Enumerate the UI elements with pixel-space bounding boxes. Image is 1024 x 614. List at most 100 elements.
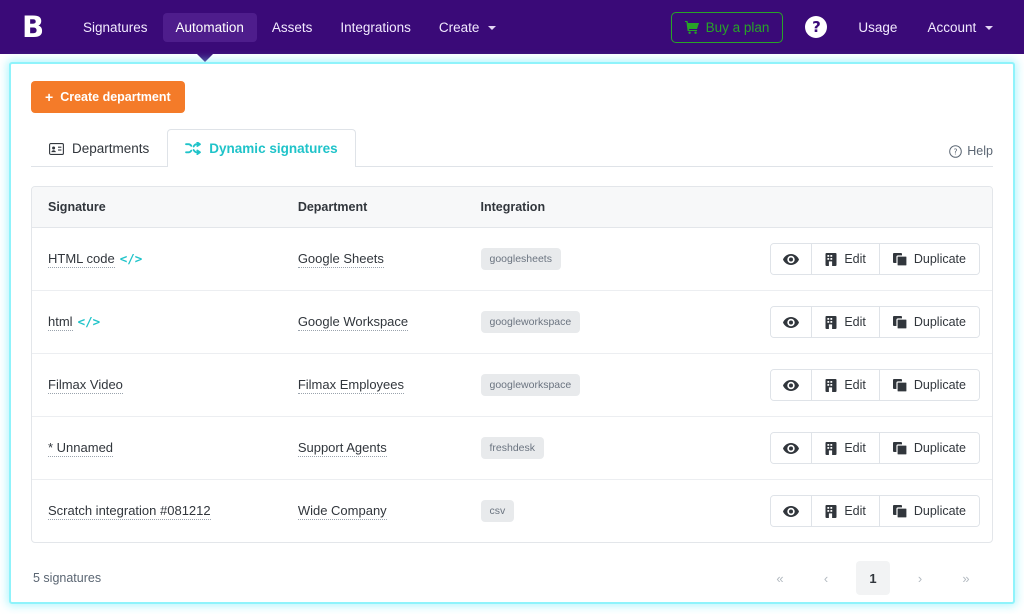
eye-icon <box>783 505 800 517</box>
preview-button[interactable] <box>771 244 813 274</box>
cell-signature: HTML code </> <box>32 227 298 291</box>
column-header-integration: Integration <box>480 187 771 228</box>
page-body: + Create department Departments Dynamic … <box>0 54 1024 614</box>
edit-label: Edit <box>844 504 866 518</box>
signature-link[interactable]: html <box>48 314 73 331</box>
cell-signature: html </> <box>32 290 298 354</box>
shopping-cart-icon <box>684 20 699 34</box>
table-row: HTML code </> Google Sheets googlesheets <box>32 227 992 291</box>
duplicate-button[interactable]: Duplicate <box>879 307 979 337</box>
cell-department: Google Sheets <box>297 227 481 291</box>
eye-icon <box>783 253 800 265</box>
cell-integration: freshdesk <box>480 416 771 480</box>
chevron-down-icon <box>985 25 993 30</box>
primary-nav: Signatures Automation Assets Integration… <box>70 12 509 42</box>
pagination-first[interactable]: « <box>764 563 796 593</box>
signature-link[interactable]: Filmax Video <box>48 377 123 394</box>
create-department-label: Create department <box>60 90 171 104</box>
tab-departments[interactable]: Departments <box>31 129 167 167</box>
nav-item-integrations[interactable]: Integrations <box>327 13 424 42</box>
pagination-last[interactable]: » <box>950 563 982 593</box>
cell-actions: Edit Duplicate <box>770 353 992 417</box>
create-department-button[interactable]: + Create department <box>31 81 185 113</box>
nav-item-assets[interactable]: Assets <box>259 13 326 42</box>
buy-a-plan-button[interactable]: Buy a plan <box>670 11 784 43</box>
tab-dynamic-signatures[interactable]: Dynamic signatures <box>167 129 356 167</box>
nav-item-label: Integrations <box>340 19 411 35</box>
nav-item-signatures[interactable]: Signatures <box>70 13 161 42</box>
signature-link[interactable]: * Unnamed <box>48 440 114 457</box>
department-link[interactable]: Filmax Employees <box>297 377 405 394</box>
table-footer: 5 signatures « ‹ 1 › » <box>31 543 993 595</box>
nav-item-create[interactable]: Create <box>426 13 509 42</box>
cell-department: Google Workspace <box>297 290 481 354</box>
duplicate-button[interactable]: Duplicate <box>879 433 979 463</box>
duplicate-button[interactable]: Duplicate <box>879 244 979 274</box>
department-link[interactable]: Wide Company <box>297 503 387 520</box>
cell-integration: googlesheets <box>480 227 771 291</box>
pagination-prev[interactable]: ‹ <box>810 563 842 593</box>
cell-signature: Scratch integration #081212 <box>32 480 298 543</box>
tab-label: Departments <box>72 141 150 156</box>
cell-integration: csv <box>480 480 771 543</box>
duplicate-button[interactable]: Duplicate <box>879 370 979 400</box>
pagination-next[interactable]: › <box>904 563 936 593</box>
content-card: + Create department Departments Dynamic … <box>9 62 1015 604</box>
pagination-page-1[interactable]: 1 <box>856 561 890 595</box>
column-header-department: Department <box>297 187 481 228</box>
code-icon: </> <box>119 251 143 266</box>
column-header-signature: Signature <box>32 187 298 228</box>
cell-signature: * Unnamed <box>32 416 298 480</box>
table-body: HTML code </> Google Sheets googlesheets <box>32 227 992 543</box>
help-icon[interactable]: ? <box>805 16 828 38</box>
copy-icon <box>892 441 907 455</box>
department-link[interactable]: Support Agents <box>297 440 387 457</box>
edit-button[interactable]: Edit <box>812 244 880 274</box>
row-action-group: Edit Duplicate <box>770 306 980 338</box>
preview-button[interactable] <box>771 370 813 400</box>
svg-text:?: ? <box>954 147 958 156</box>
help-link[interactable]: ? Help <box>949 144 993 166</box>
nav-item-account[interactable]: Account <box>914 13 1006 42</box>
cell-signature: Filmax Video <box>32 353 298 417</box>
cell-department: Wide Company <box>297 480 481 543</box>
department-link[interactable]: Google Sheets <box>297 251 384 268</box>
id-card-icon <box>49 142 64 155</box>
edit-button[interactable]: Edit <box>812 433 880 463</box>
table-row: Scratch integration #081212 Wide Company… <box>32 480 992 543</box>
nav-item-label: Account <box>927 19 977 35</box>
edit-button[interactable]: Edit <box>812 370 880 400</box>
duplicate-label: Duplicate <box>913 441 966 455</box>
preview-button[interactable] <box>771 307 813 337</box>
table-row: * Unnamed Support Agents freshdesk Edit … <box>32 416 992 480</box>
signatures-table: Signature Department Integration HTML co… <box>32 187 992 542</box>
nav-item-label: Assets <box>271 19 313 35</box>
active-tab-notch <box>196 53 214 62</box>
integration-badge: googlesheets <box>480 248 561 270</box>
cell-integration: googleworkspace <box>480 353 771 417</box>
nav-item-usage[interactable]: Usage <box>845 13 910 42</box>
cell-actions: Edit Duplicate <box>770 227 992 291</box>
chevron-down-icon <box>488 25 497 30</box>
copy-icon <box>892 378 907 392</box>
preview-button[interactable] <box>771 433 813 463</box>
edit-button[interactable]: Edit <box>812 496 880 526</box>
building-icon <box>825 252 837 266</box>
nav-item-label: Signatures <box>83 19 148 35</box>
table-header: Signature Department Integration <box>32 187 992 228</box>
brand-logo[interactable]: B <box>22 12 48 42</box>
secondary-nav: Buy a plan ? Usage Account <box>670 11 1006 43</box>
nav-item-automation[interactable]: Automation <box>162 12 257 42</box>
cell-actions: Edit Duplicate <box>770 290 992 354</box>
copy-icon <box>892 315 907 329</box>
edit-button[interactable]: Edit <box>812 307 880 337</box>
shuffle-icon <box>185 142 202 155</box>
department-link[interactable]: Google Workspace <box>297 314 409 331</box>
edit-label: Edit <box>844 315 866 329</box>
signature-link[interactable]: HTML code <box>48 251 115 268</box>
preview-button[interactable] <box>771 496 813 526</box>
signature-link[interactable]: Scratch integration #081212 <box>48 503 211 520</box>
duplicate-button[interactable]: Duplicate <box>879 496 979 526</box>
duplicate-label: Duplicate <box>913 504 966 518</box>
signatures-table-container: Signature Department Integration HTML co… <box>31 186 993 543</box>
